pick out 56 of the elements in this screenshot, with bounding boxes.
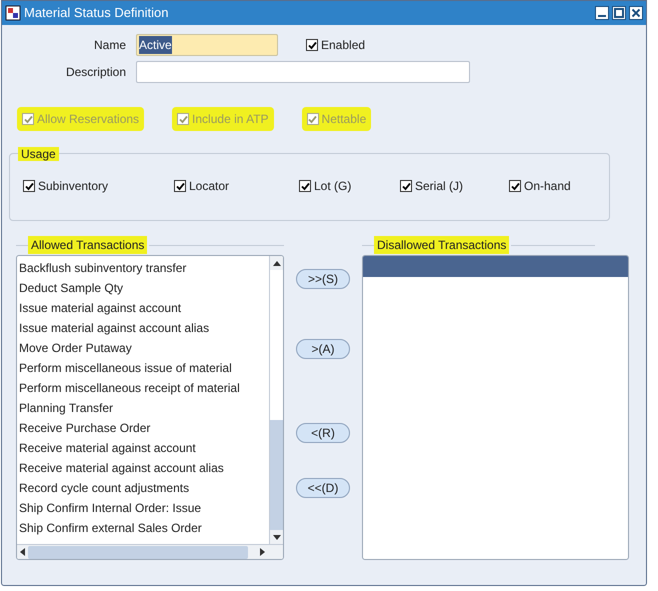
list-item[interactable]: Record cycle count adjustments xyxy=(19,478,269,498)
transfer-button[interactable]: >>(S) xyxy=(296,269,350,289)
checkbox[interactable] xyxy=(400,180,412,192)
close-icon[interactable] xyxy=(629,6,643,20)
checkbox-label: Serial (J) xyxy=(415,178,464,195)
description-label: Description xyxy=(64,64,126,81)
scroll-thumb[interactable] xyxy=(270,420,283,530)
list-item[interactable]: Issue material against account alias xyxy=(19,318,269,338)
checkbox-label: Include in ATP xyxy=(192,111,269,128)
list-item[interactable]: Issue material against account xyxy=(19,298,269,318)
field-value: Active xyxy=(139,36,172,54)
checkbox-label: Locator xyxy=(189,178,230,195)
minimize-icon[interactable] xyxy=(595,6,609,20)
checkbox[interactable] xyxy=(174,180,186,192)
checkbox[interactable] xyxy=(299,180,311,192)
list-item[interactable]: Planning Transfer xyxy=(19,398,269,418)
disallowed-list[interactable] xyxy=(362,255,629,560)
app-icon xyxy=(5,5,21,21)
list-item[interactable]: Receive material against account alias xyxy=(19,458,269,478)
list-item[interactable]: Ship Confirm external Sales Order xyxy=(19,518,269,538)
transfer-button[interactable]: <<(D) xyxy=(296,478,350,498)
list-item[interactable]: Receive material against account xyxy=(19,438,269,458)
list-item[interactable]: Deduct Sample Qty xyxy=(19,278,269,298)
transfer-button[interactable]: >(A) xyxy=(296,339,350,359)
checkbox[interactable] xyxy=(509,180,521,192)
checkbox-label: Nettable xyxy=(322,111,366,128)
scroll-down-icon[interactable] xyxy=(272,534,280,540)
list-item[interactable]: Ship Confirm Internal Order: Issue xyxy=(19,498,269,518)
scroll-right-icon[interactable] xyxy=(260,548,265,556)
scroll-up-icon[interactable] xyxy=(272,260,280,266)
maximize-icon[interactable] xyxy=(612,6,626,20)
scroll-left-icon[interactable] xyxy=(20,548,25,556)
section-title: Allowed Transactions xyxy=(28,236,148,254)
checkbox-label: Enabled xyxy=(321,37,366,54)
checkbox-label: Allow Reservations xyxy=(37,111,140,128)
name-field[interactable]: Active xyxy=(136,34,278,56)
list-item[interactable]: Receive Purchase Order xyxy=(19,418,269,438)
list-item[interactable]: Backflush subinventory transfer xyxy=(19,258,269,278)
list-item[interactable]: Perform miscellaneous issue of material xyxy=(19,358,269,378)
checkbox-label: Subinventory xyxy=(38,178,108,195)
allowed-list[interactable] xyxy=(16,255,284,560)
transfer-button[interactable]: <(R) xyxy=(296,423,350,443)
horizontal-scrollbar[interactable] xyxy=(17,544,283,559)
scroll-thumb[interactable] xyxy=(28,546,248,558)
vertical-scrollbar[interactable] xyxy=(269,256,283,544)
window-title: Material Status Definition xyxy=(24,4,170,22)
description-field[interactable] xyxy=(136,61,470,83)
list-item[interactable]: Perform miscellaneous receipt of material xyxy=(19,378,269,398)
checkbox-label: Lot (G) xyxy=(314,178,352,195)
group-title: Usage xyxy=(18,147,59,161)
checkbox[interactable] xyxy=(306,39,318,51)
checkbox[interactable] xyxy=(23,180,35,192)
name-label: Name xyxy=(92,37,126,54)
list-item[interactable]: Move Order Putaway xyxy=(19,338,269,358)
checkbox-label: On-hand xyxy=(524,178,571,195)
section-title: Disallowed Transactions xyxy=(374,236,510,254)
